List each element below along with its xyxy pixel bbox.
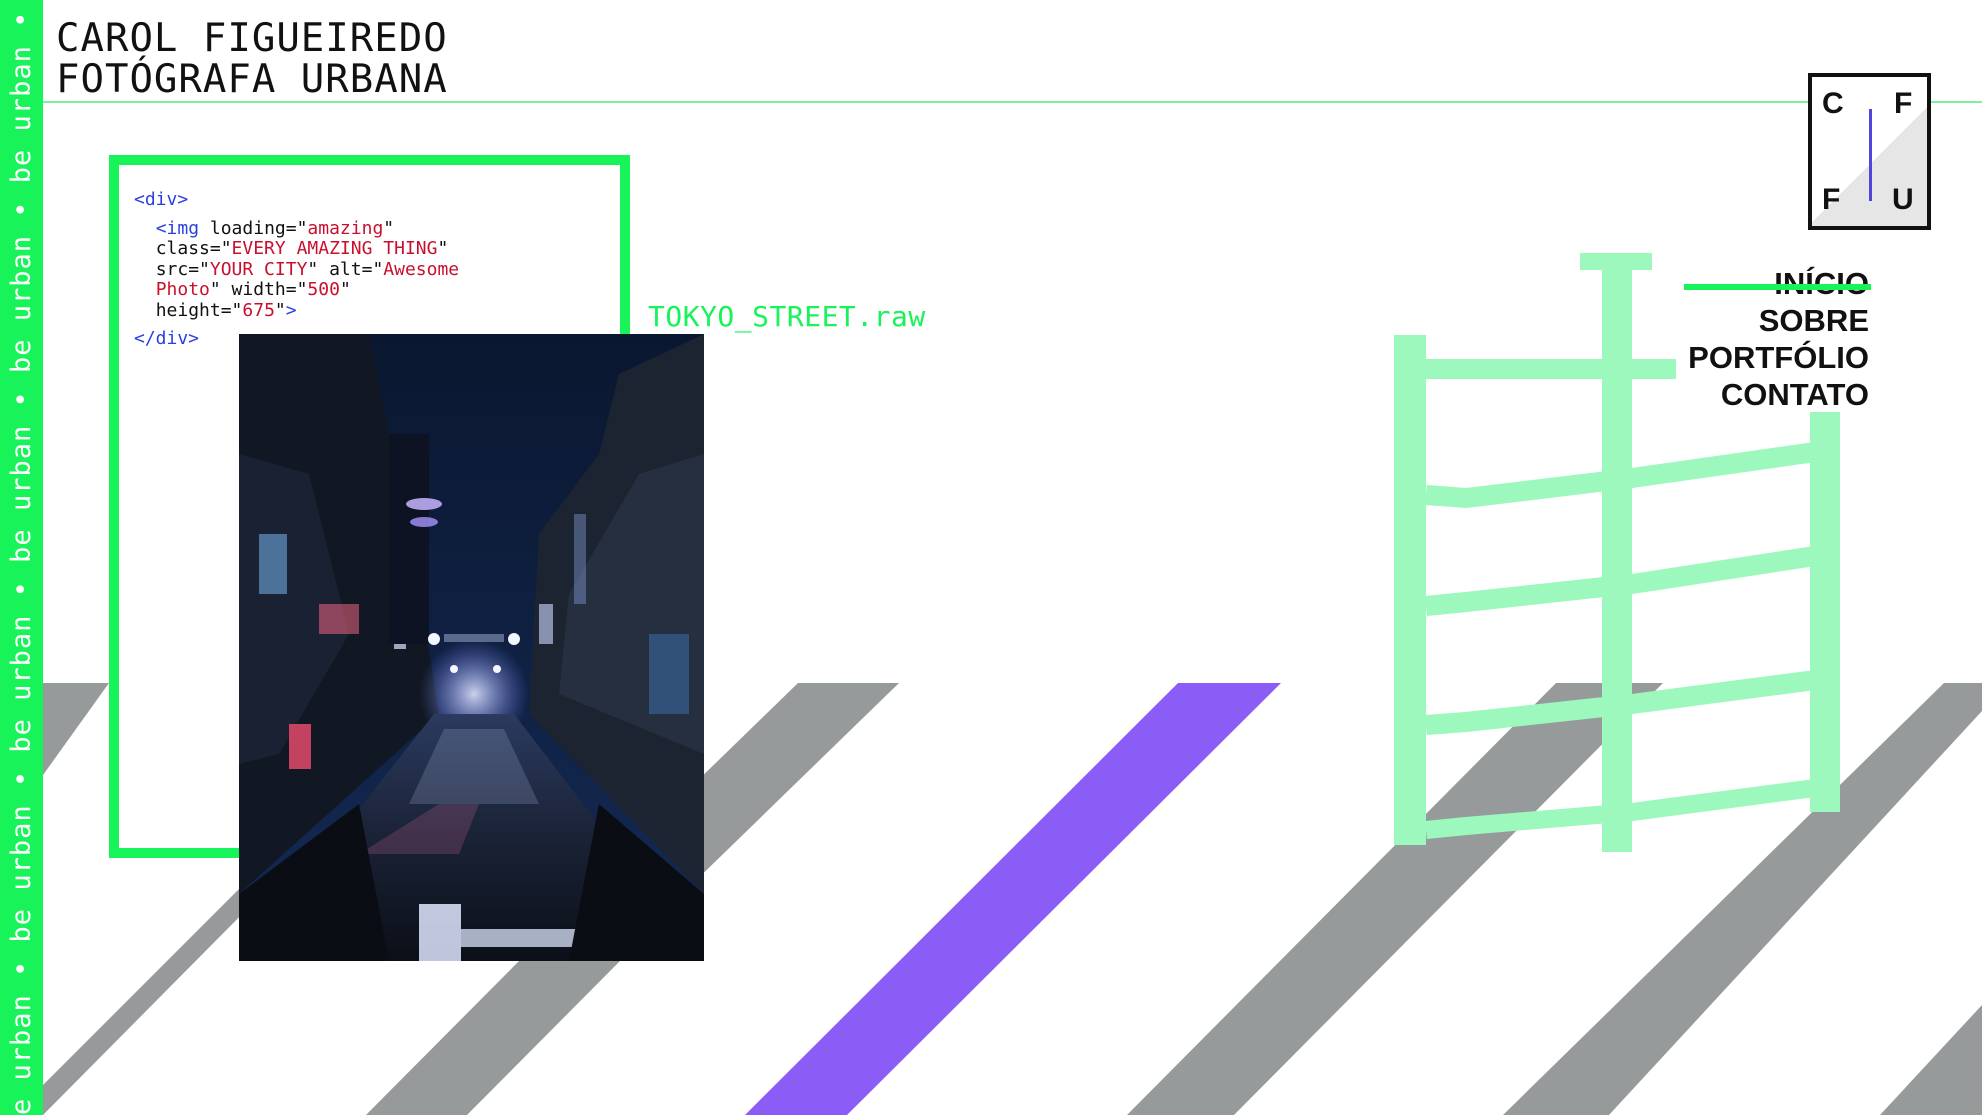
main-nav: INÍCIO SOBRE PORTFÓLIO CONTATO bbox=[1684, 265, 1871, 413]
logo-letter-u: U bbox=[1892, 183, 1914, 216]
site-title-role: FOTÓGRAFA URBANA bbox=[56, 57, 448, 102]
street-photo[interactable] bbox=[239, 334, 704, 961]
code-attr: " bbox=[274, 299, 286, 321]
code-attr: src=" bbox=[155, 258, 210, 280]
file-name-label: TOKYO_STREET.raw bbox=[648, 300, 926, 333]
code-attr: " bbox=[339, 279, 351, 300]
code-snippet: <div> <img loading="amazing" class="EVER… bbox=[134, 189, 460, 350]
code-attr: " bbox=[437, 238, 449, 259]
code-line: <img loading="amazing" bbox=[134, 211, 459, 240]
code-value: 500 bbox=[307, 279, 340, 300]
code-value: EVERY AMAZING THING bbox=[231, 238, 438, 259]
nav-item-sobre[interactable]: SOBRE bbox=[1688, 302, 1869, 339]
code-attr: " bbox=[383, 217, 395, 239]
logo-letter-f-top: F bbox=[1894, 87, 1913, 120]
logo-letter-c: C bbox=[1822, 87, 1844, 120]
code-open-tag: <div> bbox=[134, 189, 189, 210]
code-attr: " width=" bbox=[209, 279, 308, 300]
nav-item-inicio[interactable]: INÍCIO bbox=[1684, 265, 1871, 302]
code-line: class="EVERY AMAZING THING" bbox=[134, 238, 459, 260]
code-line: <div> bbox=[134, 189, 459, 211]
side-marquee-bar: e urban • be urban • be urban • be urban… bbox=[0, 0, 43, 1115]
code-attr: class=" bbox=[155, 238, 232, 259]
code-line: height="675"> bbox=[134, 299, 459, 322]
code-value: amazing bbox=[307, 217, 384, 239]
code-attr: loading=" bbox=[199, 217, 308, 239]
code-close-tag: </div> bbox=[134, 328, 200, 349]
code-line: src="YOUR CITY" alt="Awesome bbox=[134, 258, 460, 281]
site-title-name: CAROL FIGUEIREDO bbox=[56, 16, 448, 61]
brand-logo[interactable]: C F F U bbox=[1808, 73, 1931, 230]
gray-stripe bbox=[366, 961, 620, 1115]
code-value: YOUR CITY bbox=[209, 258, 308, 280]
street-photo-image bbox=[239, 334, 704, 961]
code-value: 675 bbox=[242, 299, 275, 321]
code-line: Photo" width="500" bbox=[134, 279, 459, 301]
site-title[interactable]: CAROL FIGUEIREDO FOTÓGRAFA URBANA bbox=[56, 18, 448, 100]
gray-stripe bbox=[1880, 1005, 1982, 1115]
nav-item-portfolio[interactable]: PORTFÓLIO bbox=[1688, 339, 1869, 376]
logo-divider bbox=[1869, 109, 1872, 201]
code-value: Awesome bbox=[383, 258, 460, 280]
page: e urban • be urban • be urban • be urban… bbox=[0, 0, 1982, 1115]
logo-letter-f-bottom: F bbox=[1822, 183, 1841, 216]
code-attr: " alt=" bbox=[307, 258, 384, 280]
code-value: Photo bbox=[155, 279, 210, 300]
gray-stripe bbox=[43, 683, 109, 775]
code-img-tag: <img bbox=[155, 217, 200, 239]
side-marquee-text: e urban • be urban • be urban • be urban… bbox=[6, 0, 37, 1115]
code-attr: height=" bbox=[155, 299, 243, 321]
code-img-close: > bbox=[285, 299, 297, 321]
nav-item-contato[interactable]: CONTATO bbox=[1688, 376, 1869, 413]
